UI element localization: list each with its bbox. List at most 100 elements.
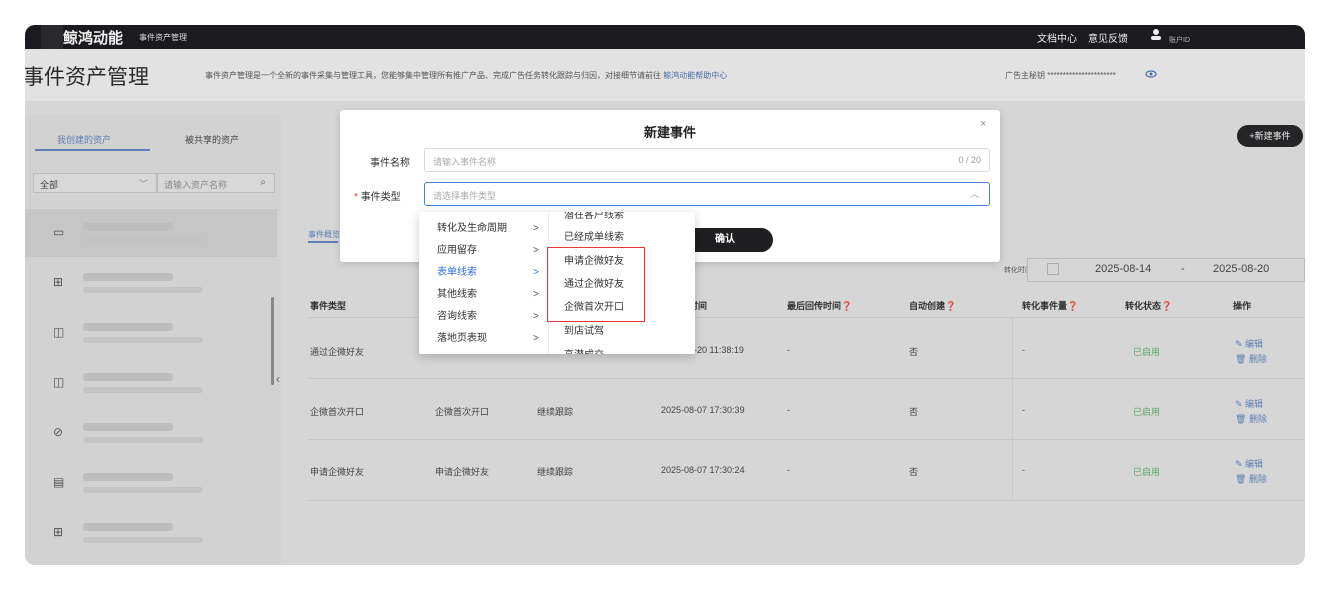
advertiser-key: 广告主秘钥 ********************** [1005, 71, 1116, 80]
option-item[interactable]: 到店试驾 [564, 322, 604, 337]
layout-icon: ◫ [53, 375, 65, 389]
asset-search-input[interactable]: 请输入资产名称 ⌕ [157, 173, 275, 193]
page-title: 事件资产管理 [25, 66, 149, 89]
status-badge: 已启用 [1133, 407, 1161, 417]
cascader-category-column: 转化及生命周期 > 应用留存 > 表单线索 > 其他线索 > 咨询线索 > 落地页表现 > [419, 212, 549, 354]
status-badge: 已启用 [1133, 347, 1161, 357]
status-badge: 已启用 [1133, 467, 1161, 477]
cell-method: 继续跟踪 [537, 407, 574, 417]
option-item[interactable]: 潜在客户线索 [564, 212, 624, 221]
blurred-asset-name [83, 273, 173, 281]
asset-item[interactable]: ▤ [25, 459, 277, 507]
blurred-asset-id [83, 237, 203, 243]
category-item[interactable]: 咨询线索 > [419, 306, 549, 328]
asset-sidebar: 我创建的资产 被共享的资产 全部 ﹀ 请输入资产名称 ⌕ ▭ ⊞ ◫ ◫ ⊘ ▤ ⊞ [25, 115, 281, 565]
char-counter: 0 / 20 [958, 155, 981, 165]
option-item[interactable]: 高潜成交 [564, 346, 604, 354]
category-item[interactable]: 转化及生命周期 > [419, 218, 549, 240]
asset-item[interactable]: ◫ [25, 359, 277, 407]
col-conversion-status: 转化状态❓ [1125, 301, 1173, 311]
asset-item[interactable]: ⊘ [25, 409, 277, 457]
asset-filter-select[interactable]: 全部 ﹀ [33, 173, 157, 193]
category-label: 转化及生命周期 [437, 223, 507, 234]
brand-name[interactable]: 鲸鸿动能 [63, 27, 123, 48]
col-event-type: 事件类型 [310, 301, 347, 311]
column-divider [1012, 317, 1013, 500]
chevron-right-icon: > [533, 223, 539, 234]
monitor-icon: ▭ [53, 225, 65, 239]
page-description: 事件资产管理是一个全新的事件采集与管理工具，您能够集中管理所有推广产品、完成广告… [205, 70, 727, 81]
trash-icon: 🗑 [1235, 414, 1249, 424]
compass-icon: ⊘ [53, 425, 64, 439]
description-text: 事件资产管理是一个全新的事件采集与管理工具，您能够集中管理所有推广产品、完成广告… [205, 71, 664, 80]
eye-icon[interactable] [1145, 68, 1157, 80]
asset-item[interactable]: ⊞ [25, 259, 277, 307]
range-end[interactable]: 2025-08-20 [1213, 263, 1269, 275]
blurred-asset-name [83, 423, 173, 431]
tab-event-overview[interactable]: 事件概览 [308, 229, 340, 240]
calendar-icon [1047, 263, 1059, 275]
search-icon: ⌕ [260, 177, 266, 188]
edit-label: 编辑 [1245, 459, 1264, 469]
event-name-input[interactable]: 请输入事件名称 0 / 20 [424, 148, 990, 172]
blurred-asset-name [83, 223, 173, 231]
category-label: 落地页表现 [437, 333, 487, 344]
category-item[interactable]: 落地页表现 > [419, 328, 549, 350]
tab-my-assets[interactable]: 我创建的资产 [57, 133, 111, 146]
new-event-button[interactable]: +新建事件 [1237, 125, 1303, 147]
category-item[interactable]: 其他线索 > [419, 284, 549, 306]
edit-link[interactable]: ✎ 编辑 [1235, 337, 1263, 350]
category-item[interactable]: 应用留存 > [419, 240, 549, 262]
asset-item[interactable]: ⊞ [25, 509, 277, 557]
event-type-select[interactable]: 请选择事件类型 ︿ [424, 182, 990, 206]
cell-auto-created: 否 [909, 407, 919, 417]
tab-shared-assets[interactable]: 被共享的资产 [185, 133, 239, 146]
required-mark: * [354, 192, 358, 203]
col-last-callback: 最后回传时间❓ [787, 301, 853, 311]
modal-title: 新建事件 [643, 125, 696, 140]
brand-subtitle: 事件资产管理 [139, 33, 187, 42]
cell-last-callback: - [787, 405, 790, 415]
range-separator: - [1181, 263, 1185, 275]
edit-icon: ✎ [1235, 399, 1246, 409]
row-divider [307, 378, 1305, 379]
edit-link[interactable]: ✎ 编辑 [1235, 397, 1263, 410]
cell-event-type: 企微首次开口 [310, 407, 365, 417]
highlight-annotation [547, 247, 645, 322]
edit-icon: ✎ [1235, 459, 1246, 469]
cell-method: 继续跟踪 [537, 467, 574, 477]
col-actions: 操作 [1233, 301, 1252, 311]
category-label: 应用留存 [437, 245, 477, 256]
sidebar-scrollbar[interactable] [271, 297, 274, 385]
category-item-selected[interactable]: 表单线索 > [419, 262, 549, 284]
category-label: 其他线索 [437, 289, 477, 300]
cell-auto-created: 否 [909, 347, 919, 357]
trash-icon: 🗑 [1235, 474, 1249, 484]
close-icon[interactable]: × [980, 118, 986, 130]
delete-link[interactable]: 🗑 删除 [1235, 472, 1267, 485]
help-center-link[interactable]: 鲸鸿动能帮助中心 [663, 71, 727, 80]
option-item[interactable]: 已经成单线索 [564, 228, 624, 243]
delete-link[interactable]: 🗑 删除 [1235, 352, 1267, 365]
blurred-asset-name [83, 373, 173, 381]
asset-item[interactable]: ◫ [25, 309, 277, 357]
asset-item[interactable]: ▭ [25, 209, 277, 257]
edit-label: 编辑 [1245, 399, 1264, 409]
delete-link[interactable]: 🗑 删除 [1235, 412, 1267, 425]
range-start[interactable]: 2025-08-14 [1095, 263, 1151, 275]
cell-created-time: 2025-08-07 17:30:39 [661, 405, 745, 415]
blurred-asset-name [83, 523, 173, 531]
trash-icon: 🗑 [1235, 354, 1249, 364]
user-icon[interactable] [1149, 27, 1163, 41]
chevron-right-icon: > [533, 311, 539, 322]
edit-link[interactable]: ✎ 编辑 [1235, 457, 1263, 470]
collapse-sidebar-icon[interactable]: ‹ [276, 372, 280, 386]
event-name-label: 事件名称 [370, 158, 410, 169]
category-label: 表单线索 [437, 267, 477, 278]
cell-last-callback: - [787, 465, 790, 475]
blurred-asset-id [83, 287, 203, 293]
feedback-link[interactable]: 意见反馈 [1088, 30, 1128, 45]
chevron-right-icon: > [533, 289, 539, 300]
overview-tab-indicator [308, 241, 338, 243]
doc-center-link[interactable]: 文档中心 [1037, 30, 1077, 45]
